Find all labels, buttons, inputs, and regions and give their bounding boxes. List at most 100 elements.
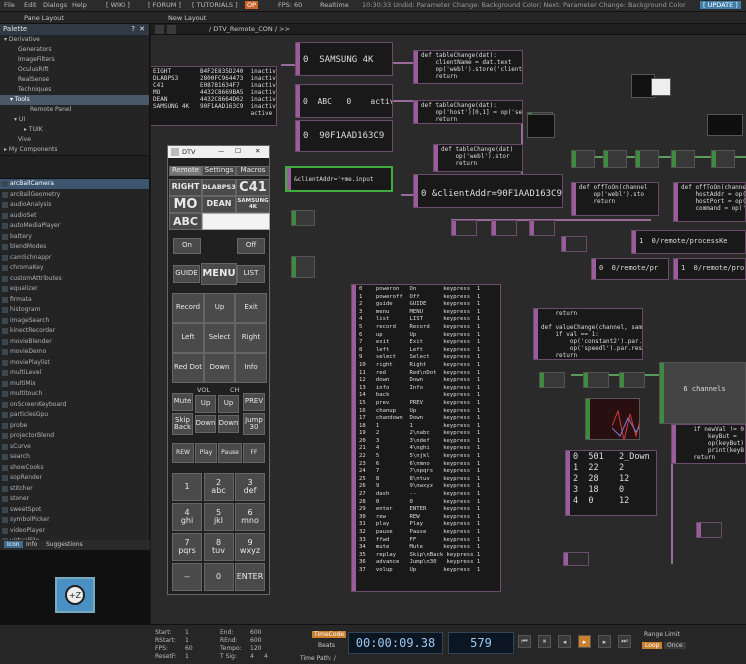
keypad-key[interactable]: 3 def <box>235 473 265 501</box>
component-list-item[interactable]: multiLevel <box>0 368 149 379</box>
guide-button[interactable]: GUIDE <box>173 265 200 283</box>
component-list-item[interactable]: sweetSpot <box>0 505 149 515</box>
device-c41-button[interactable]: C41 <box>236 179 270 196</box>
network-path[interactable]: / DTV_Remote_CON / >> <box>209 25 290 33</box>
tree-item[interactable]: RealSense <box>0 75 149 85</box>
component-list-item[interactable]: arcBallCamera <box>0 179 149 190</box>
component-list-item[interactable]: multiMix <box>0 379 149 389</box>
menu-dialogs[interactable]: Dialogs <box>43 1 67 9</box>
component-list-item[interactable]: audioAnalysis <box>0 200 149 211</box>
fps-value[interactable]: 60 <box>185 645 193 652</box>
info-button[interactable]: Info <box>235 353 267 383</box>
tab-suggestions[interactable]: Suggestions <box>46 541 83 548</box>
pane-layout-label[interactable]: Pane Layout <box>24 14 64 22</box>
tsig-value-1[interactable]: 4 <box>250 653 254 660</box>
select-dat-row[interactable]: 0 ABC 0 active <box>295 84 393 118</box>
prev-button[interactable]: PREV <box>243 393 265 411</box>
keypad-key[interactable]: -- <box>172 563 202 591</box>
menu-file[interactable]: File <box>4 1 15 9</box>
tree-item[interactable]: Techniques <box>0 85 149 95</box>
keypad-key[interactable]: ENTER <box>235 563 265 591</box>
small-op[interactable] <box>696 522 722 538</box>
small-op[interactable] <box>291 210 315 226</box>
small-op[interactable] <box>671 150 695 168</box>
script-tablechange-2[interactable]: def tableChange(dat): op('host')[0,1] = … <box>413 100 523 124</box>
rewind-button[interactable]: REW <box>172 443 194 463</box>
keypad-key[interactable]: 9 wxyz <box>235 533 265 561</box>
component-list-item[interactable]: battery <box>0 232 149 242</box>
tab-macros[interactable]: Macros <box>236 166 270 176</box>
keypad-key[interactable]: 0 <box>203 563 234 591</box>
component-list-item[interactable]: audioSet <box>0 211 149 221</box>
small-op[interactable] <box>563 552 589 566</box>
tab-icon[interactable]: Icon <box>4 541 23 548</box>
component-list-item[interactable]: symbolPicker <box>0 515 149 526</box>
rend-value[interactable]: 600 <box>250 637 261 644</box>
ch-down-button[interactable]: Down <box>218 415 239 433</box>
update-button[interactable]: [ UPDATE ] <box>700 1 741 9</box>
tree-item[interactable]: ▾ Derivative <box>0 35 149 45</box>
up-button[interactable]: Up <box>204 293 235 323</box>
maximize-icon[interactable]: ☐ <box>235 147 241 155</box>
once-button[interactable]: Once <box>664 642 686 649</box>
component-list-item[interactable]: stoner <box>0 494 149 505</box>
component-list-item[interactable]: probe <box>0 421 149 431</box>
vol-down-button[interactable]: Down <box>195 415 216 433</box>
view-op[interactable] <box>707 114 743 136</box>
component-list-item[interactable]: search <box>0 452 149 463</box>
forum-link[interactable]: [ FORUM ] <box>148 1 181 9</box>
keypad-key[interactable]: 2 abc <box>203 473 234 501</box>
play-icon[interactable]: ▸ <box>578 635 591 648</box>
new-layout-label[interactable]: New Layout <box>168 14 206 22</box>
script-offtoon-1[interactable]: def offToOn(channel op('webl').sto retur… <box>571 182 659 216</box>
step-forward-icon[interactable]: ▸ <box>598 635 611 648</box>
op-badge[interactable]: OP <box>245 1 259 9</box>
script-offtoon-2[interactable]: def offToOn(channel hostAddr = op(' host… <box>673 182 746 222</box>
small-op[interactable] <box>539 372 565 388</box>
component-list-item[interactable]: showCooks <box>0 463 149 473</box>
close-icon[interactable]: ✕ <box>139 25 145 33</box>
small-op[interactable] <box>491 220 517 236</box>
tree-item[interactable]: Remote Panel <box>0 105 149 115</box>
remote-processkey-1[interactable]: 1 0/remote/processKe <box>631 230 746 254</box>
device-empty-slot[interactable] <box>202 213 270 230</box>
loop-button[interactable]: Loop <box>642 642 663 649</box>
tree-item[interactable]: ▾ UI <box>0 115 149 125</box>
component-list-item[interactable]: particlesGpu <box>0 410 149 421</box>
menu-help[interactable]: Help <box>72 1 87 9</box>
component-list-item[interactable]: autoMediaPlayer <box>0 221 149 232</box>
back-icon[interactable] <box>167 25 176 34</box>
script-tablechange-3[interactable]: def tableChange(dat) op('webl').stor ret… <box>433 144 523 172</box>
tree-item[interactable]: ▸ My Components <box>0 145 149 155</box>
minimize-icon[interactable]: — <box>218 147 225 155</box>
record-button[interactable]: Record <box>172 293 204 323</box>
tab-info[interactable]: Info <box>26 541 37 548</box>
timecode-display[interactable]: 00:00:09.38 <box>348 632 443 654</box>
remote-processkey-3[interactable]: 1 0/remote/process <box>673 258 746 280</box>
component-list-item[interactable]: customAttributes <box>0 274 149 284</box>
small-op[interactable] <box>635 150 659 168</box>
tree-item-tools[interactable]: ▾ Tools <box>0 95 149 105</box>
select-dat-mac[interactable]: 0 90F1AAD163C9 <box>295 120 393 152</box>
skip-back-button[interactable]: Skip Back <box>172 413 193 435</box>
play-button[interactable]: Play <box>195 443 217 463</box>
step-back-icon[interactable]: ◂ <box>558 635 571 648</box>
mute-button[interactable]: Mute <box>172 393 193 411</box>
jump-30-button[interactable]: Jump 30 <box>243 413 265 435</box>
keypad-key[interactable]: 6 mno <box>235 503 265 531</box>
small-op[interactable] <box>529 220 555 236</box>
power-off-button[interactable]: Off <box>237 238 265 254</box>
component-list-item[interactable]: videoPlayer <box>0 526 149 536</box>
small-op[interactable] <box>451 220 477 236</box>
right-button[interactable]: Right <box>235 323 267 353</box>
component-list-item[interactable]: movieDemo <box>0 347 149 358</box>
resetf-value[interactable]: 1 <box>185 653 189 660</box>
device-abc-button[interactable]: ABC <box>169 213 202 230</box>
view-op[interactable] <box>527 114 555 138</box>
tree-item[interactable]: ▸ TUIK <box>0 125 149 135</box>
tutorials-link[interactable]: [ TUTORIALS ] <box>192 1 238 9</box>
menu-edit[interactable]: Edit <box>24 1 37 9</box>
device-mo-button[interactable]: MO <box>169 196 202 213</box>
tree-item[interactable]: Vive <box>0 135 149 145</box>
client-addr-dat[interactable]: 0 &clientAddr=90F1AAD163C9 <box>413 174 563 208</box>
